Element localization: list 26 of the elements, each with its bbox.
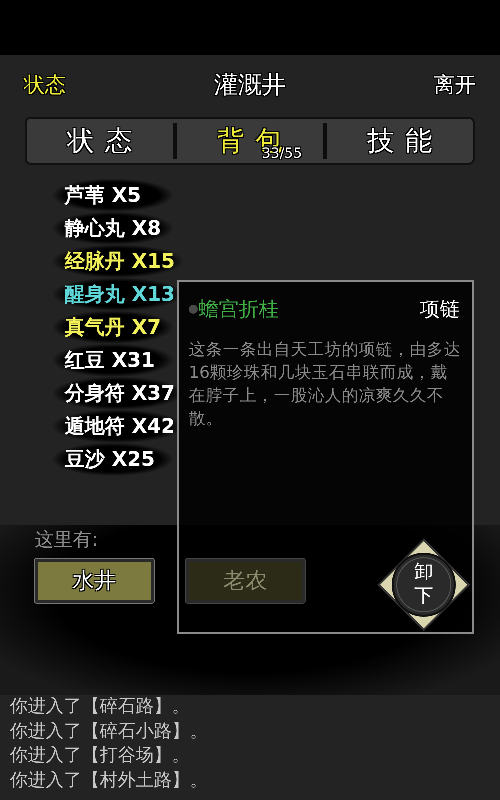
inventory-item[interactable]: 经脉丹 X15 [65,248,176,275]
inventory-item[interactable]: 豆沙 X25 [65,446,156,473]
log-line: 你进入了【村外土路】。 [10,768,209,792]
inventory-item[interactable]: 真气丹 X7 [65,314,162,341]
object-button[interactable]: 老农 [186,559,305,603]
location-label: 这里有: [35,528,98,553]
inventory-item[interactable]: 芦苇 X5 [65,182,142,209]
item-name: 蟾宫折桂 [199,296,279,322]
tab[interactable]: 状态 [27,119,173,163]
item-type: 项链 [420,296,460,322]
log-line: 你进入了【碎石路】。 [10,695,191,719]
inventory-item[interactable]: 分身符 X37 [65,380,176,407]
tab[interactable]: 技能 [327,119,473,163]
location-title: 灌溉井 [214,70,286,101]
item-description: 这条一条出自天工坊的项链，由多达16颗珍珠和几块玉石串联而成，戴在脖子上，一股沁人的凉爽久久不散。 [189,339,462,430]
unequip-button[interactable]: 卸下 [377,538,471,632]
inventory-item[interactable]: 红豆 X31 [65,347,156,374]
dot-icon [189,304,198,314]
leave-link[interactable]: 离开 [434,71,476,99]
inventory-item[interactable]: 醒身丸 X13 [65,281,176,308]
log-line: 你进入了【打谷场】。 [10,744,191,768]
inventory-item[interactable]: 静心丸 X8 [65,215,162,242]
log-line: 你进入了【碎石小路】。 [10,720,209,744]
status-link[interactable]: 状态 [24,71,66,99]
inventory-item[interactable]: 遁地符 X42 [65,413,176,440]
object-button[interactable]: 水井 [35,559,154,603]
